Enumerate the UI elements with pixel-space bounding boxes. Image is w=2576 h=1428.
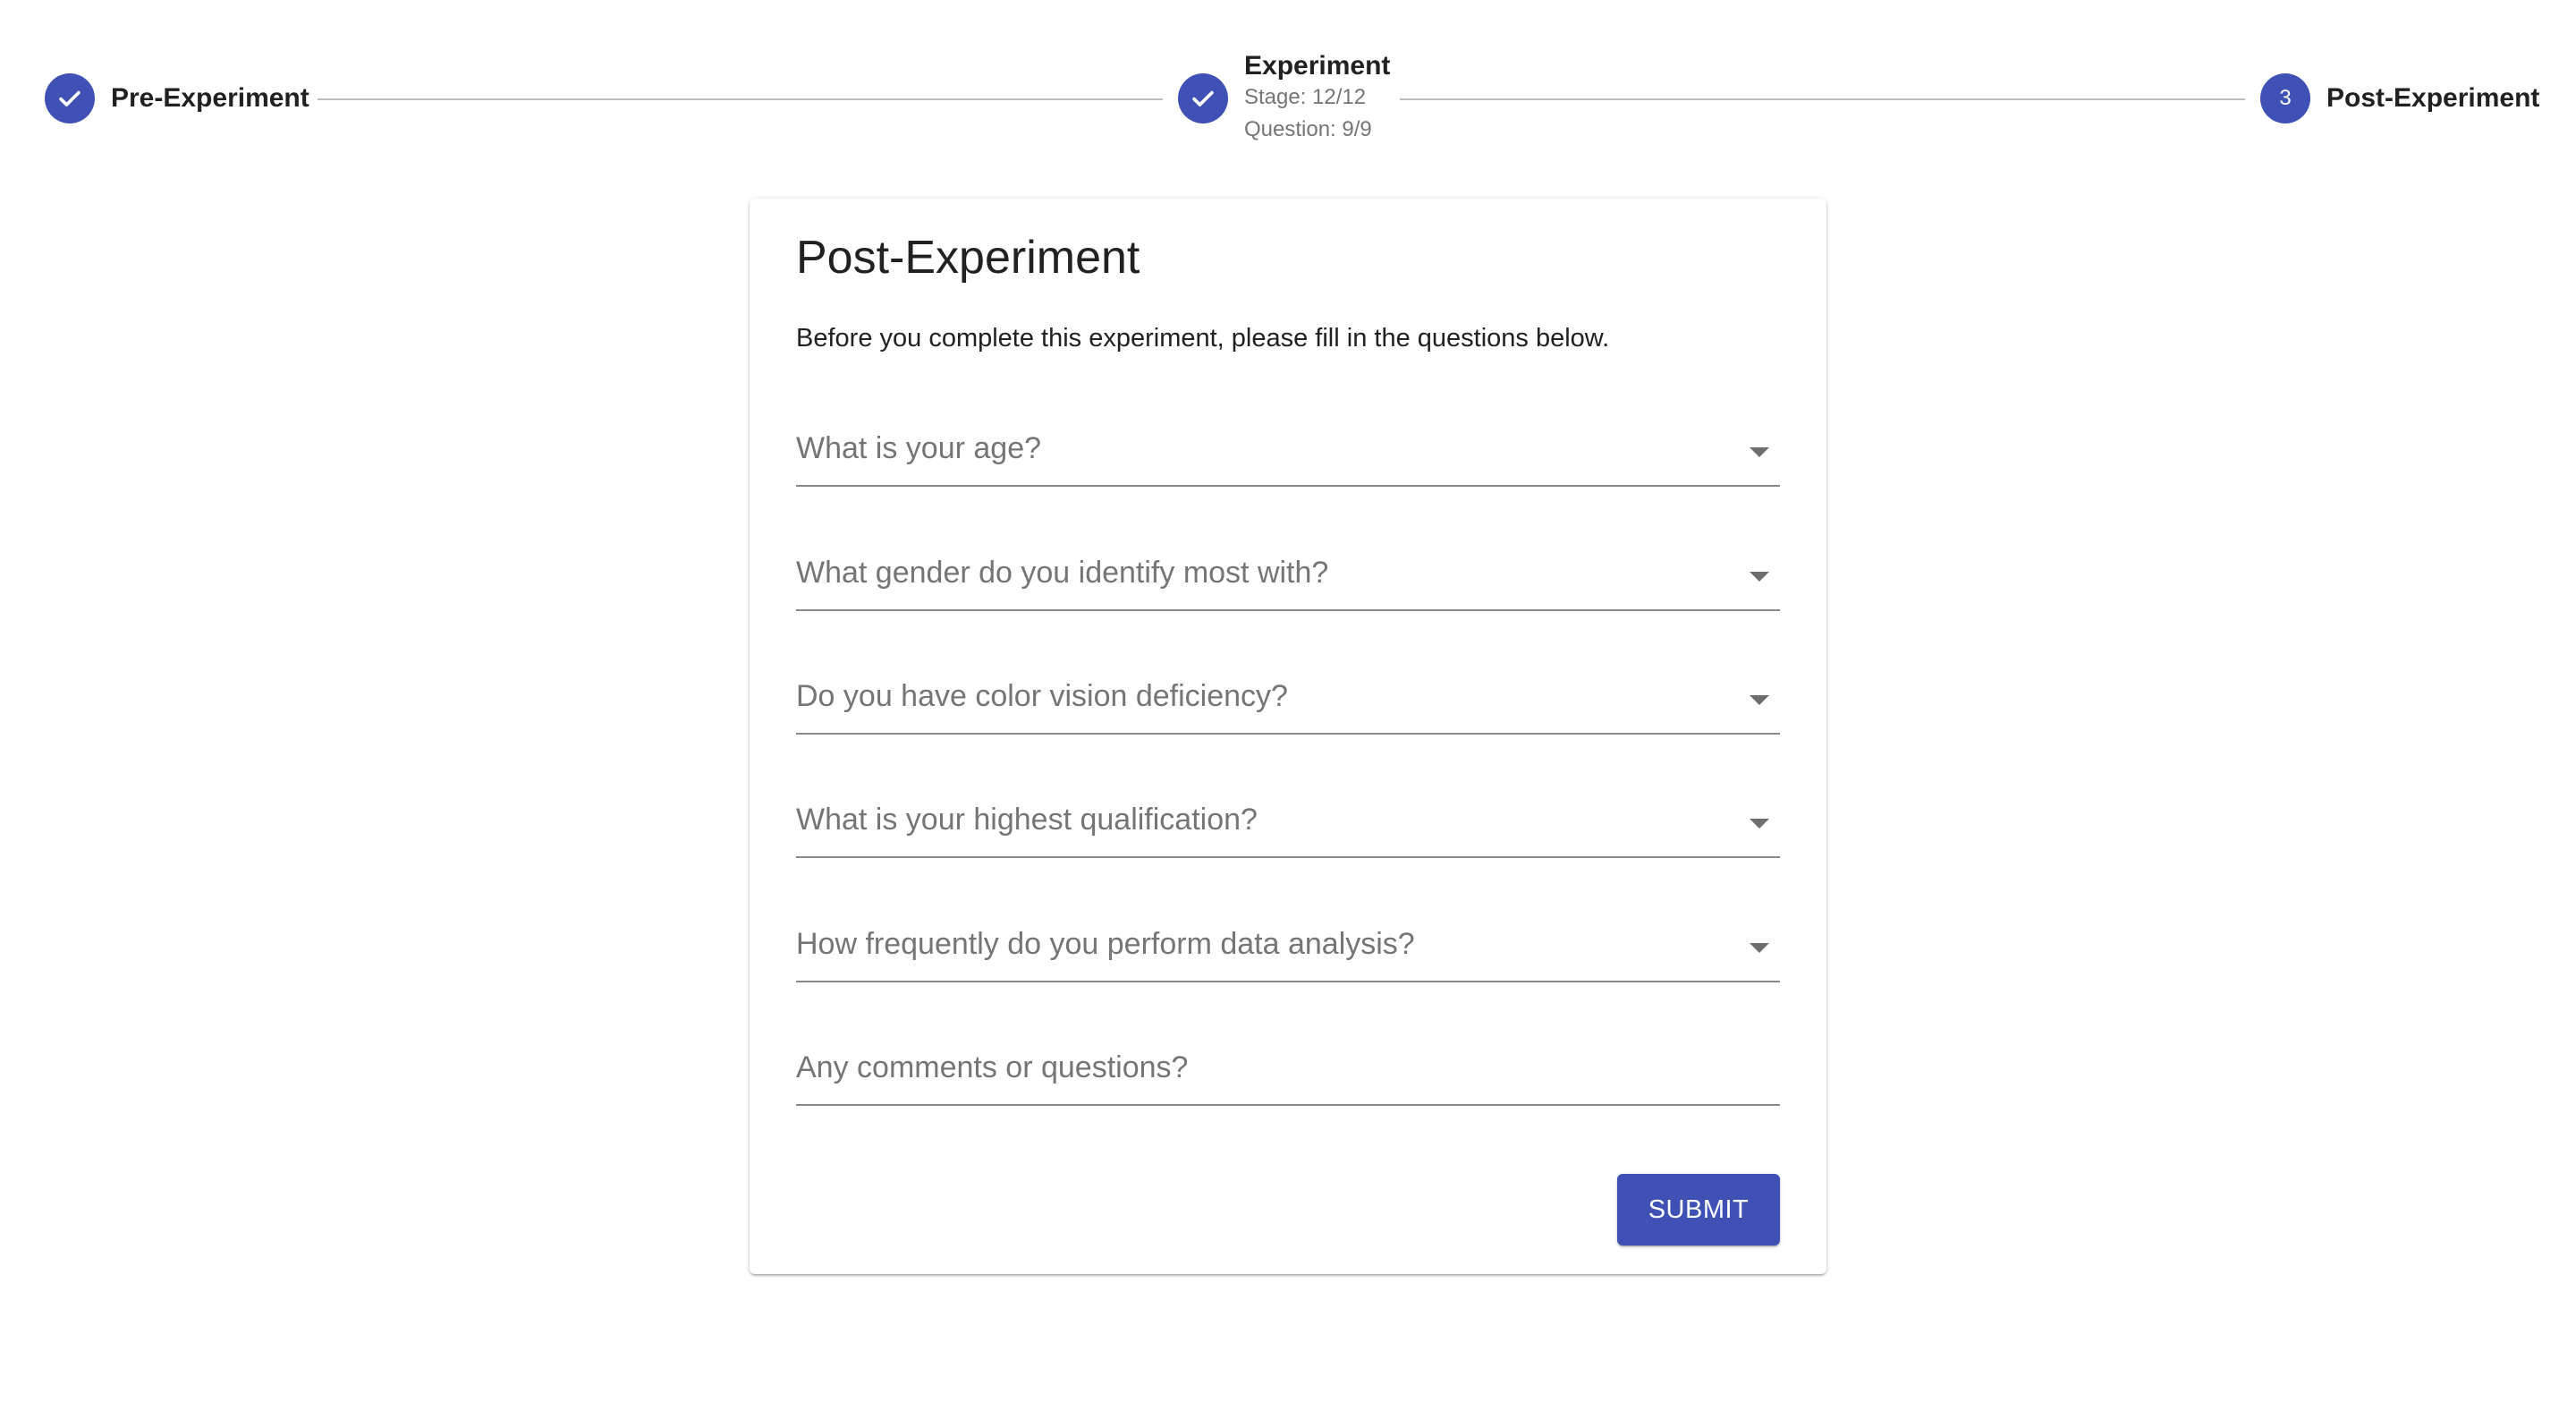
age-select[interactable]: What is your age? — [796, 422, 1780, 487]
card-title: Post-Experiment — [796, 232, 1140, 284]
data-analysis-frequency-select[interactable]: How frequently do you perform data analy… — [796, 918, 1780, 982]
gender-select[interactable]: What gender do you identify most with? — [796, 547, 1780, 611]
card-description: Before you complete this experiment, ple… — [796, 324, 1610, 353]
stepper-connector — [1400, 98, 2245, 100]
step-pre-experiment: Pre-Experiment — [45, 45, 309, 152]
comments-input[interactable]: Any comments or questions? — [796, 1041, 1780, 1106]
dropdown-arrow-icon — [1750, 819, 1769, 829]
step-question-progress: Question: 9/9 — [1244, 117, 1372, 141]
step-post-experiment: 3 Post-Experiment — [2260, 45, 2539, 152]
field-label: What gender do you identify most with? — [796, 556, 1329, 590]
field-label: Do you have color vision deficiency? — [796, 679, 1288, 713]
stepper: Pre-Experiment Experiment Stage: 12/12 Q… — [45, 45, 2539, 152]
field-label: How frequently do you perform data analy… — [796, 927, 1415, 961]
qualification-select[interactable]: What is your highest qualification? — [796, 794, 1780, 858]
dropdown-arrow-icon — [1750, 695, 1769, 705]
step-experiment: Experiment Stage: 12/12 Question: 9/9 — [1178, 45, 1390, 152]
field-label: Any comments or questions? — [796, 1050, 1189, 1084]
page: Pre-Experiment Experiment Stage: 12/12 Q… — [0, 0, 2576, 1428]
check-icon — [45, 73, 95, 123]
step-label: Post-Experiment — [2326, 83, 2540, 113]
stepper-connector — [318, 98, 1163, 100]
field-label: What is your age? — [796, 431, 1042, 465]
color-vision-select[interactable]: Do you have color vision deficiency? — [796, 670, 1780, 735]
post-experiment-card: Post-Experiment Before you complete this… — [750, 199, 1826, 1274]
check-icon — [1178, 73, 1228, 123]
step-label: Pre-Experiment — [111, 83, 309, 113]
step-number-badge: 3 — [2260, 73, 2310, 123]
dropdown-arrow-icon — [1750, 447, 1769, 457]
step-label: Experiment — [1244, 51, 1391, 81]
field-label: What is your highest qualification? — [796, 803, 1258, 837]
submit-button[interactable]: SUBMIT — [1617, 1174, 1780, 1245]
step-stage-progress: Stage: 12/12 — [1244, 85, 1367, 109]
dropdown-arrow-icon — [1750, 943, 1769, 953]
dropdown-arrow-icon — [1750, 572, 1769, 582]
step-number: 3 — [2279, 86, 2292, 110]
